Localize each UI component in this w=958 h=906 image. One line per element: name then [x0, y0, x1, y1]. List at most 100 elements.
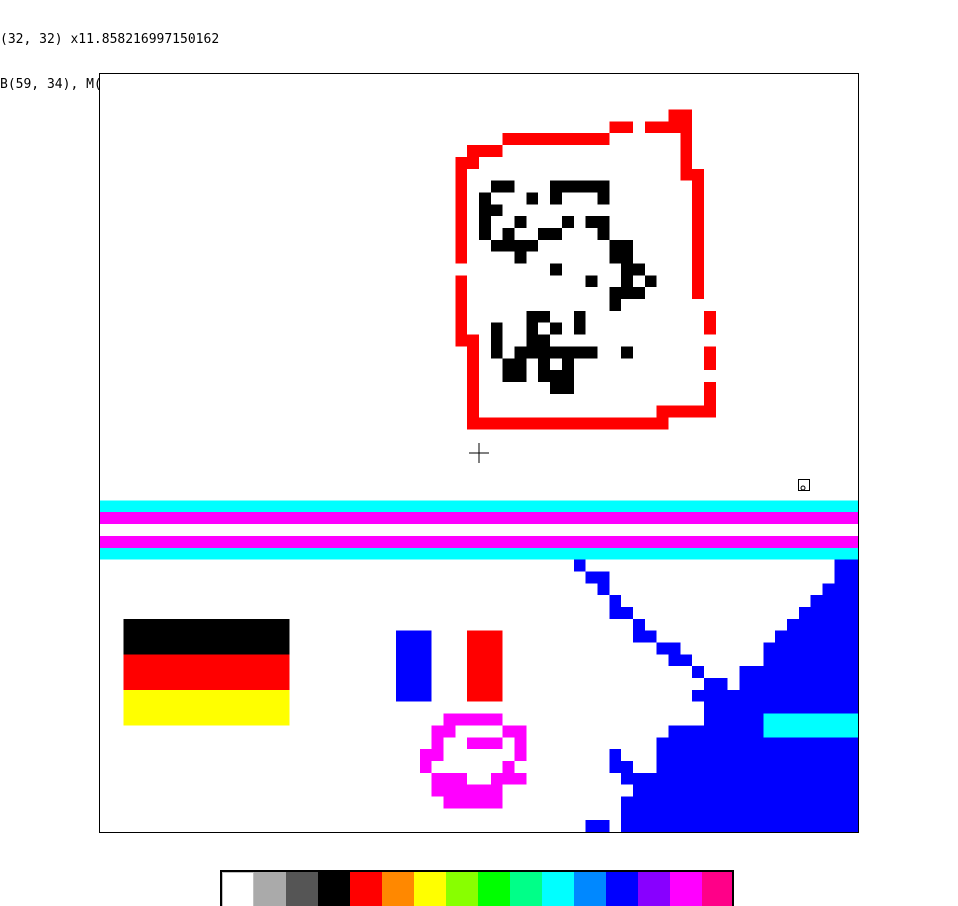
scribble-pixel — [479, 204, 491, 217]
scribble-pixel — [514, 239, 527, 252]
blue-spur — [585, 820, 610, 832]
palette-swatch[interactable] — [382, 872, 414, 906]
outline-pixel — [550, 133, 562, 146]
loop-pixel — [490, 737, 503, 750]
outline-pixel — [455, 192, 468, 205]
outline-pixel — [692, 168, 705, 181]
palette-swatch[interactable] — [254, 872, 286, 906]
scribble-pixel — [621, 287, 633, 300]
outline-pixel — [467, 358, 479, 371]
palette-swatch[interactable] — [510, 872, 542, 906]
palette-swatch[interactable] — [350, 872, 382, 906]
mountain-row — [692, 701, 858, 714]
scribble-pixel — [550, 322, 562, 335]
scribble-pixel — [585, 346, 598, 359]
loop-pixel — [514, 737, 527, 750]
outline-pixel — [455, 322, 468, 335]
loop-pixel — [431, 737, 444, 750]
scribble-pixel — [573, 322, 586, 335]
outline-pixel — [467, 156, 479, 169]
mountain-row — [692, 689, 858, 702]
scribble-pixel — [526, 310, 539, 323]
scribble-pixel — [538, 358, 551, 371]
outline-pixel — [704, 346, 716, 359]
outline-pixel — [467, 346, 479, 359]
palette-swatch[interactable] — [574, 872, 606, 906]
scribble-pixel — [561, 346, 574, 359]
palette-swatch[interactable] — [702, 872, 732, 906]
outline-pixel — [467, 145, 479, 157]
scribble-pixel — [514, 251, 527, 264]
loop-pixel — [431, 749, 444, 761]
scribble-pixel — [561, 370, 574, 382]
mountain-row — [834, 571, 858, 584]
mountain-row — [763, 642, 858, 655]
palette-swatch[interactable] — [222, 872, 254, 906]
outline-pixel — [692, 251, 705, 264]
diagonal-pixel — [668, 642, 681, 655]
diagonal-pixel — [585, 571, 598, 584]
scribble-pixel — [609, 239, 622, 252]
mountain-row — [632, 784, 858, 797]
outline-pixel — [680, 156, 693, 169]
diagonal-pixel — [609, 595, 622, 607]
blue-block — [396, 630, 432, 702]
outline-pixel — [680, 145, 693, 157]
mountain-row — [644, 772, 858, 785]
palette-swatch[interactable] — [542, 872, 574, 906]
outline-pixel — [455, 216, 468, 228]
outline-pixel — [644, 121, 657, 134]
palette-swatch[interactable] — [478, 872, 510, 906]
scribble-pixel — [479, 192, 491, 205]
outline-pixel — [692, 239, 705, 252]
palette-swatch[interactable] — [286, 872, 318, 906]
outline-pixel — [692, 227, 705, 240]
palette-swatch[interactable] — [606, 872, 638, 906]
outline-pixel — [585, 133, 598, 146]
loop-pixel — [443, 796, 456, 809]
resize-handle-icon[interactable] — [798, 476, 810, 491]
outline-pixel — [467, 417, 479, 430]
scribble-pixel — [550, 381, 562, 394]
outline-pixel — [550, 417, 562, 430]
flag-black-band — [123, 618, 290, 655]
scribble-pixel — [632, 287, 645, 300]
diagonal-pixel — [632, 618, 645, 631]
loop-pixel — [467, 784, 479, 797]
diagonal-pixel — [704, 678, 716, 690]
loop-pixel — [443, 725, 456, 738]
outline-pixel — [526, 417, 539, 430]
loop-pixel — [479, 713, 491, 726]
outline-pixel — [692, 275, 705, 288]
stripe-cyan-top — [100, 500, 858, 513]
cyan-bar — [763, 713, 858, 738]
loop-pixel — [479, 737, 491, 750]
palette-swatch[interactable] — [670, 872, 702, 906]
gap-pixel — [692, 701, 705, 714]
mountain-row — [739, 666, 858, 679]
scribble-pixel — [514, 358, 527, 371]
loop-pixel — [490, 713, 503, 726]
blue-spur — [621, 760, 633, 773]
scribble-pixel — [490, 322, 503, 335]
outline-pixel — [704, 381, 716, 394]
scribble-pixel — [573, 310, 586, 323]
mountain-row — [621, 820, 858, 832]
scribble-pixel — [490, 180, 503, 193]
palette-swatch[interactable] — [318, 872, 350, 906]
palette-swatch[interactable] — [414, 872, 446, 906]
outline-pixel — [467, 381, 479, 394]
outline-pixel — [573, 417, 586, 430]
outline-pixel — [467, 334, 479, 347]
palette-swatch[interactable] — [446, 872, 478, 906]
outline-pixel — [455, 310, 468, 323]
outline-pixel — [704, 393, 716, 406]
red-block — [467, 630, 503, 702]
outline-pixel — [502, 133, 515, 146]
scribble-pixel — [514, 370, 527, 382]
scribble-pixel — [502, 370, 515, 382]
palette-swatch[interactable] — [638, 872, 670, 906]
scribble-pixel — [526, 322, 539, 335]
outline-pixel — [490, 145, 503, 157]
outline-pixel — [704, 358, 716, 371]
